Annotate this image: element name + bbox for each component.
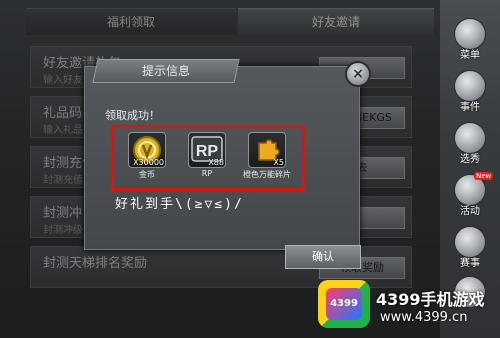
sidebar-item-label: 活动 <box>460 206 480 217</box>
sidebar-item-event[interactable]: 事件 <box>448 70 492 116</box>
reward-rp: RP X88 RP <box>182 132 232 178</box>
site-watermark: 4399 4399手机游戏 www.4399.cn <box>318 278 500 336</box>
rewards-highlight: X30000 金币 RP X88 RP X5 橙色万能碎片 <box>111 125 305 191</box>
reward-fragment: X5 橙色万能碎片 <box>242 132 292 180</box>
gold-coin-icon: X30000 <box>128 132 166 168</box>
watermark-title: 4399手机游戏 <box>376 290 485 309</box>
reward-quantity: X5 <box>273 158 284 167</box>
rp-icon: RP X88 <box>188 132 226 168</box>
watermark-logo-icon: 4399 <box>318 280 370 328</box>
close-button[interactable]: × <box>345 61 371 87</box>
confirm-button[interactable]: 确认 <box>285 245 361 269</box>
handwritten-note: 好礼到手\(≥▽≤)/ <box>115 197 244 212</box>
watermark-url: www.4399.cn <box>380 310 468 325</box>
reward-name: RP <box>201 169 213 178</box>
sidebar-item-activity[interactable]: New 活动 <box>448 172 494 220</box>
sidebar-item-label: 选秀 <box>460 154 480 165</box>
game-screen: 福利领取 好友邀请 好友邀请礼包 输入好友邀请 礼品码 输入礼品 D30BEKG… <box>0 0 500 338</box>
reward-name: 橙色万能碎片 <box>243 170 291 179</box>
reward-name: 金币 <box>139 170 155 179</box>
sidebar-item-match[interactable]: 赛事 <box>448 226 492 272</box>
success-message: 领取成功！ <box>105 109 160 122</box>
sidebar-item-label: 菜单 <box>460 50 480 61</box>
new-badge: New <box>474 172 494 180</box>
reward-quantity: X88 <box>208 158 224 167</box>
reward-gold: X30000 金币 <box>122 132 172 180</box>
reward-quantity: X30000 <box>133 158 164 167</box>
orange-fragment-icon: X5 <box>248 132 286 168</box>
sidebar-item-menu[interactable]: 菜单 <box>448 18 492 64</box>
notice-dialog: 提示信息 × 领取成功！ X30000 金币 RP X88 RP X5 橙色万能… <box>84 59 371 269</box>
sidebar-item-label: 赛事 <box>460 258 480 269</box>
dialog-title: 提示信息 <box>92 59 240 83</box>
sidebar-item-label: 事件 <box>460 102 480 113</box>
sidebar-item-draft[interactable]: 选秀 <box>448 122 492 168</box>
